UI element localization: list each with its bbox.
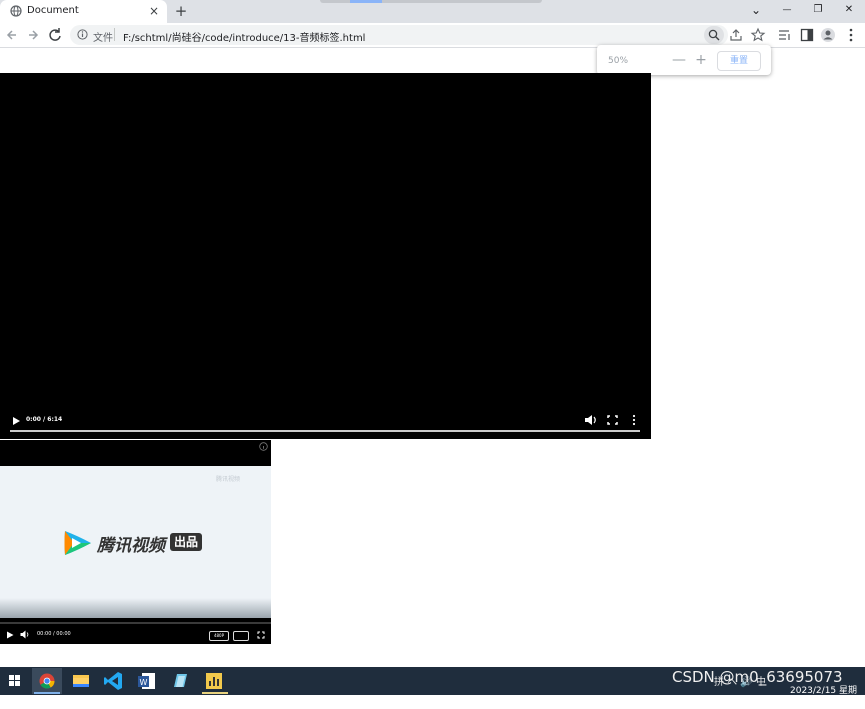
tab-search-chevron-icon[interactable]: ⌄ [743,2,769,18]
zoom-out-button[interactable]: — [672,52,686,68]
tab-strip-decoration-accent [350,0,382,3]
zoom-reset-button[interactable]: 重置 [717,51,761,71]
video-watermark: 腾讯视频 [216,476,241,483]
tencent-video-logo-icon [64,531,91,555]
taskbar-chrome-button[interactable] [32,668,62,694]
globe-icon [10,5,22,17]
word-icon[interactable]: W [132,668,162,694]
csdn-watermark: CSDN @m0_63695073 [672,668,843,686]
side-panel-icon[interactable] [799,27,815,43]
play-icon[interactable] [11,416,21,426]
profile-avatar-icon[interactable] [820,27,836,43]
bookmark-star-icon[interactable] [750,27,766,43]
back-arrow-icon[interactable] [4,26,20,44]
zoom-in-button[interactable]: + [694,52,708,68]
taskbar-date[interactable]: 2023/2/15 星期三 [790,683,865,709]
play-icon[interactable] [6,631,14,639]
video-time: 0:00 / 6:14 [26,416,63,423]
fullscreen-icon[interactable] [606,414,619,426]
tab-close-icon[interactable]: × [147,4,161,18]
address-bar-divider [114,28,115,41]
security-chip-label: 文件 [93,33,113,44]
zoom-level: 50% [608,56,629,66]
restore-button[interactable]: ❐ [805,2,831,18]
reading-list-icon[interactable] [777,27,793,43]
video-info-icon[interactable] [259,442,268,451]
minimize-button[interactable]: — [774,2,800,18]
url-text[interactable]: F:/schtml/尚硅谷/code/introduce/13-音频标签.htm… [123,29,365,44]
subtitle-button[interactable] [233,631,249,641]
video-player-1[interactable] [0,73,651,439]
zoom-indicator-button[interactable] [704,26,724,44]
taskbar-running-indicator [202,692,228,694]
notes-app-icon[interactable] [165,668,195,694]
video-2-letterbox [0,440,271,466]
quality-button[interactable]: 480P [209,631,229,641]
close-window-button[interactable]: ✕ [836,2,862,18]
reload-icon[interactable] [47,26,63,44]
more-menu-icon[interactable] [843,27,859,43]
chart-app-icon[interactable] [199,668,229,694]
fullscreen-icon[interactable] [257,631,265,639]
volume-icon[interactable] [20,630,30,639]
video-more-icon[interactable] [628,414,640,426]
brand-badge: 出品 [170,533,202,551]
zoom-magnifier-icon [708,29,720,41]
vscode-icon[interactable] [99,668,129,694]
volume-icon[interactable] [584,414,598,426]
windows-start-icon[interactable] [0,668,30,694]
forward-arrow-icon[interactable] [25,26,41,44]
share-icon[interactable] [728,27,744,43]
taskbar-active-indicator [34,692,60,694]
video-2-frame-shade [0,598,271,618]
tab-title: Document [27,5,79,16]
chrome-icon [39,673,55,689]
browser-tab-document[interactable] [0,0,167,23]
video-time: 00:00 / 00:00 [37,631,71,637]
video-progress-bar[interactable] [10,430,640,432]
new-tab-button[interactable]: + [173,3,189,19]
info-icon[interactable] [77,29,88,40]
file-explorer-icon[interactable] [66,668,96,694]
brand-title: 腾讯视频 [97,536,165,556]
svg-text:W: W [140,678,148,687]
